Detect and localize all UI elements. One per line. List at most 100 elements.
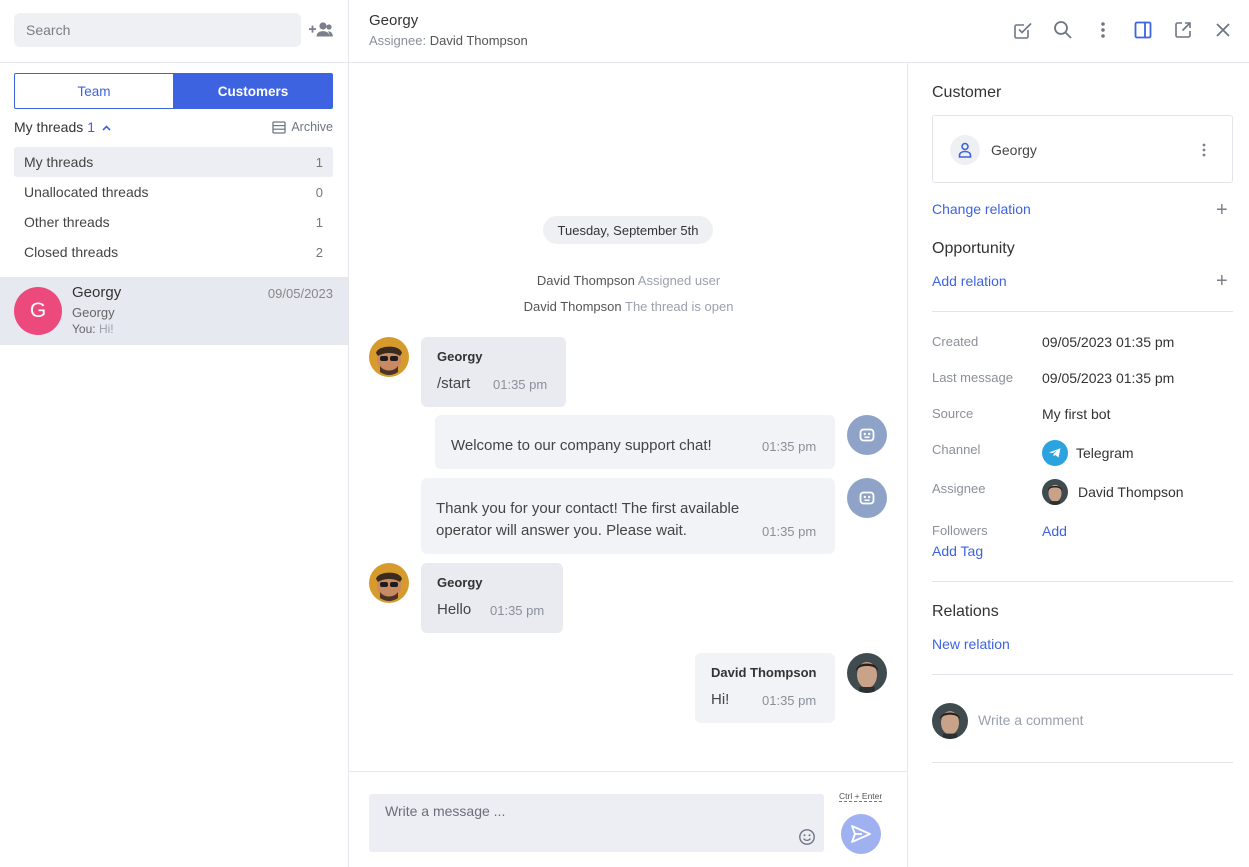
search-icon [1054, 21, 1072, 39]
event-actor: David Thompson [523, 299, 622, 314]
add-user-icon [309, 22, 333, 37]
divider [932, 674, 1233, 675]
message-time: 01:35 pm [762, 693, 817, 708]
customer-heading: Customer [932, 84, 1002, 101]
emoji-icon [799, 829, 815, 845]
thread-filter-list: My threads 1 Unallocated threads 0 Other… [14, 147, 333, 267]
filter-label: Unallocated threads [24, 184, 149, 200]
divider [932, 311, 1233, 312]
search-button[interactable] [1051, 18, 1075, 42]
conversation-item[interactable]: G Georgy 09/05/2023 Georgy You: Hi! [0, 277, 348, 345]
agent-avatar-image [847, 653, 887, 693]
divider [932, 762, 1233, 763]
relations-heading: Relations [932, 603, 999, 620]
emoji-button[interactable] [798, 828, 816, 846]
last-message-text: Hi! [98, 322, 114, 336]
telegram-icon [1042, 440, 1068, 466]
message-bubble: Welcome to our company support chat! 01:… [435, 415, 835, 469]
filter-my-threads[interactable]: My threads 1 [14, 147, 333, 177]
created-value: 09/05/2023 01:35 pm [1042, 334, 1175, 350]
more-vertical-icon [1101, 22, 1105, 38]
customer-avatar [950, 135, 980, 165]
followers-label: Followers [932, 523, 988, 538]
event-text: Assigned user [637, 273, 721, 288]
conversation-subtitle: Georgy [72, 305, 115, 320]
customer-name: Georgy [991, 142, 1037, 158]
channel-label: Channel [932, 442, 981, 457]
conversation-name: Georgy [72, 284, 122, 301]
channel-value: Telegram [1076, 445, 1134, 461]
open-external-button[interactable] [1171, 18, 1195, 42]
plus-icon[interactable]: + [1216, 200, 1228, 220]
message-bubble: Georgy /start 01:35 pm [421, 337, 566, 407]
bot-icon [859, 428, 875, 442]
source-value: My first bot [1042, 406, 1111, 422]
plus-icon[interactable]: + [1216, 271, 1228, 291]
messenger-app: Team Customers My threads1 Archive My th… [0, 0, 1249, 867]
archive-button[interactable]: Archive [272, 120, 333, 134]
person-icon [958, 142, 972, 158]
agent-avatar-image [932, 703, 968, 739]
message-text: Welcome to our company support chat! [451, 437, 712, 454]
filter-label: My threads [24, 154, 94, 170]
customer-card[interactable]: Georgy [932, 115, 1233, 183]
last-message-prefix: You: [72, 322, 96, 336]
send-shortcut-hint: Ctrl + Enter [839, 791, 883, 802]
chat-header: Georgy Assignee: David Thompson [349, 0, 1249, 63]
search-input[interactable] [14, 13, 301, 47]
comment-input[interactable] [978, 710, 1218, 730]
event-actor: David Thompson [536, 273, 635, 288]
bot-icon [859, 491, 875, 505]
send-button[interactable] [841, 814, 881, 854]
conversation-last-message: You: Hi! [72, 322, 114, 336]
filter-count: 0 [315, 184, 323, 200]
tab-team[interactable]: Team [14, 73, 173, 109]
divider [932, 581, 1233, 582]
page-title: Georgy [369, 12, 419, 29]
filter-other-threads[interactable]: Other threads 1 [14, 207, 333, 237]
more-button[interactable] [1091, 18, 1115, 42]
toggle-panel-button[interactable] [1131, 18, 1155, 42]
created-label: Created [932, 334, 979, 349]
message-text-line: operator will answer you. Please wait. [436, 522, 687, 539]
last-message-value: 09/05/2023 01:35 pm [1042, 370, 1175, 386]
message-time: 01:35 pm [493, 377, 548, 392]
avatar [847, 653, 887, 693]
add-user-button[interactable] [307, 18, 335, 42]
message-text: /start [437, 375, 471, 392]
message-time: 01:35 pm [490, 603, 545, 618]
assignee-label: Assignee [932, 481, 986, 496]
customer-menu-button[interactable] [1194, 140, 1214, 160]
message-text-line: Thank you for your contact! The first av… [436, 500, 740, 517]
add-tag-link[interactable]: Add Tag [932, 543, 983, 559]
chevron-up-icon [102, 125, 111, 131]
message-time: 01:35 pm [762, 524, 817, 539]
filter-closed-threads[interactable]: Closed threads 2 [14, 237, 333, 267]
customer-avatar-image [369, 337, 409, 377]
message-author: Georgy [437, 349, 483, 364]
filter-unallocated-threads[interactable]: Unallocated threads 0 [14, 177, 333, 207]
event-text: The thread is open [625, 299, 734, 314]
new-relation-link[interactable]: New relation [932, 636, 1010, 652]
filter-label: Closed threads [24, 244, 119, 260]
message-composer [369, 794, 824, 852]
system-event: David Thompson The thread is open [349, 299, 908, 314]
date-separator: Tuesday, September 5th [543, 216, 713, 244]
change-relation-link[interactable]: Change relation [932, 201, 1031, 217]
customer-avatar-image [369, 563, 409, 603]
assignee-label: Assignee: [369, 33, 427, 48]
details-panel: Customer Georgy Change relation + Opport… [908, 63, 1249, 867]
close-icon [1216, 23, 1230, 37]
tab-customers[interactable]: Customers [173, 73, 333, 109]
message-input[interactable] [369, 794, 789, 828]
add-follower-link[interactable]: Add [1042, 523, 1067, 539]
message-bubble: Georgy Hello 01:35 pm [421, 563, 563, 633]
add-relation-link[interactable]: Add relation [932, 273, 1007, 289]
conversation-date: 09/05/2023 [267, 286, 333, 301]
avatar [847, 415, 887, 455]
filter-count: 2 [315, 244, 323, 260]
my-threads-header[interactable]: My threads 1 Archive [14, 119, 333, 137]
divider [349, 771, 907, 772]
close-button[interactable] [1211, 18, 1235, 42]
mark-done-button[interactable] [1011, 18, 1035, 42]
